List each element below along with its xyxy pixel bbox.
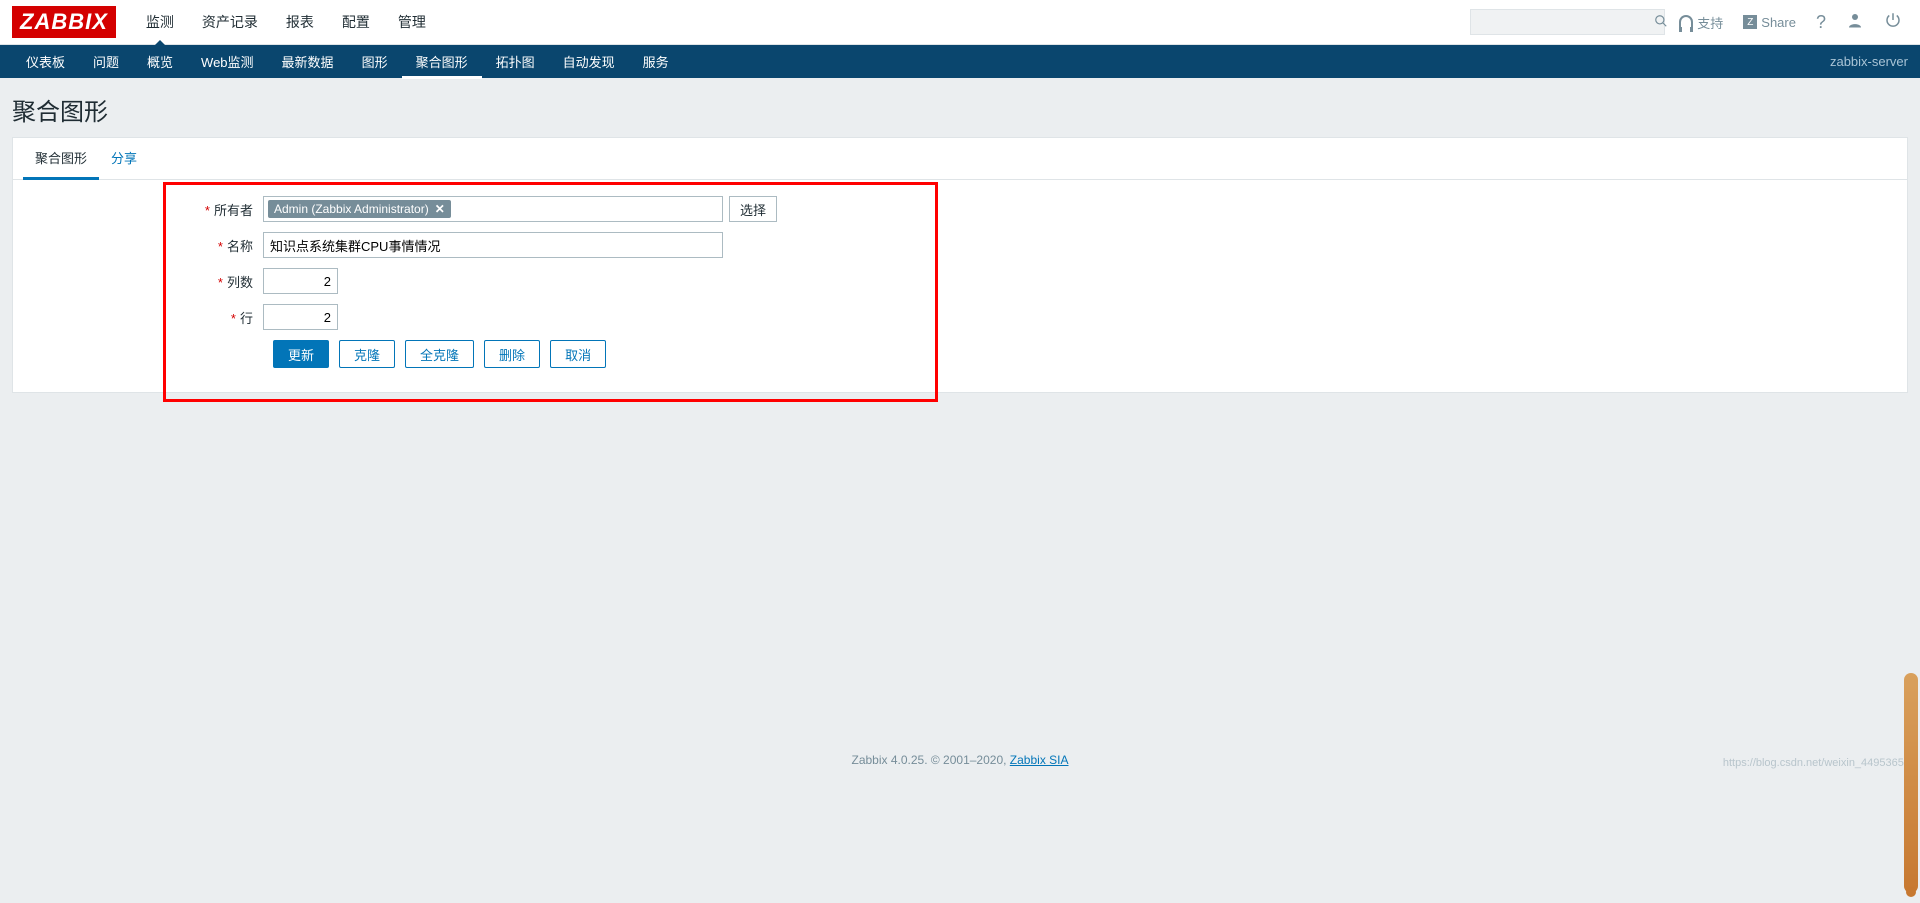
form-area: *所有者 Admin (Zabbix Administrator) ✕ 选择 *… — [13, 180, 1907, 392]
tab-screen[interactable]: 聚合图形 — [23, 138, 99, 180]
subnav-problems[interactable]: 问题 — [79, 44, 133, 79]
subnav-maps[interactable]: 拓扑图 — [482, 44, 549, 79]
headset-icon — [1679, 15, 1693, 29]
label-cols: *列数 — [13, 272, 263, 291]
label-owner: *所有者 — [13, 200, 263, 219]
nav-config[interactable]: 配置 — [328, 0, 384, 45]
row-rows: *行 — [13, 304, 1907, 330]
share-icon: Z — [1743, 15, 1757, 29]
label-rows: *行 — [13, 308, 263, 327]
footer-link[interactable]: Zabbix SIA — [1010, 753, 1069, 767]
help-icon[interactable]: ? — [1810, 12, 1832, 33]
nav-reports[interactable]: 报表 — [272, 0, 328, 45]
power-icon[interactable] — [1878, 11, 1908, 34]
rows-input[interactable] — [263, 304, 338, 330]
nav-admin[interactable]: 管理 — [384, 0, 440, 45]
top-bar: ZABBIX 监测 资产记录 报表 配置 管理 支持 Z Share ? — [0, 0, 1920, 45]
row-owner: *所有者 Admin (Zabbix Administrator) ✕ 选择 — [13, 196, 1907, 222]
logo[interactable]: ZABBIX — [12, 6, 116, 38]
select-owner-button[interactable]: 选择 — [729, 196, 777, 222]
cancel-button[interactable]: 取消 — [550, 340, 606, 368]
clone-button[interactable]: 克隆 — [339, 340, 395, 368]
subnav-discovery[interactable]: 自动发现 — [549, 44, 629, 79]
page-title: 聚合图形 — [0, 78, 1920, 137]
scroll-indicator — [1904, 673, 1918, 893]
subnav-web[interactable]: Web监测 — [187, 44, 268, 79]
label-name: *名称 — [13, 236, 263, 255]
subnav-screens[interactable]: 聚合图形 — [402, 44, 482, 79]
subnav-services[interactable]: 服务 — [629, 44, 683, 79]
row-cols: *列数 — [13, 268, 1907, 294]
cols-input[interactable] — [263, 268, 338, 294]
share-label: Share — [1761, 15, 1796, 30]
delete-button[interactable]: 删除 — [484, 340, 540, 368]
search-icon[interactable] — [1654, 14, 1668, 31]
server-name: zabbix-server — [1830, 54, 1908, 69]
remove-tag-icon[interactable]: ✕ — [435, 202, 445, 216]
content-panel: 聚合图形 分享 *所有者 Admin (Zabbix Administrator… — [12, 137, 1908, 393]
full-clone-button[interactable]: 全克隆 — [405, 340, 474, 368]
row-name: *名称 — [13, 232, 1907, 258]
support-label: 支持 — [1697, 13, 1723, 32]
watermark: https://blog.csdn.net/weixin_44953658 — [1723, 757, 1910, 769]
top-right: 支持 Z Share ? — [1470, 9, 1908, 36]
nav-monitor[interactable]: 监测 — [132, 0, 188, 45]
main-nav: 监测 资产记录 报表 配置 管理 — [132, 0, 1470, 45]
share-link[interactable]: Z Share — [1737, 11, 1802, 34]
owner-tag-label: Admin (Zabbix Administrator) — [274, 202, 429, 216]
update-button[interactable]: 更新 — [273, 340, 329, 368]
subnav-latest[interactable]: 最新数据 — [268, 44, 348, 79]
owner-tag: Admin (Zabbix Administrator) ✕ — [268, 200, 451, 218]
owner-multiselect[interactable]: Admin (Zabbix Administrator) ✕ — [263, 196, 723, 222]
footer: Zabbix 4.0.25. © 2001–2020, Zabbix SIA h… — [0, 393, 1920, 787]
button-row: 更新 克隆 全克隆 删除 取消 — [273, 340, 1907, 368]
support-link[interactable]: 支持 — [1673, 9, 1729, 36]
name-input[interactable] — [263, 232, 723, 258]
search-box[interactable] — [1470, 9, 1665, 35]
nav-inventory[interactable]: 资产记录 — [188, 0, 272, 45]
tabs: 聚合图形 分享 — [13, 138, 1907, 180]
subnav-dashboard[interactable]: 仪表板 — [12, 44, 79, 79]
subnav-graphs[interactable]: 图形 — [348, 44, 402, 79]
sub-nav: 仪表板 问题 概览 Web监测 最新数据 图形 聚合图形 拓扑图 自动发现 服务… — [0, 45, 1920, 78]
footer-text: Zabbix 4.0.25. © 2001–2020, — [852, 753, 1010, 767]
subnav-overview[interactable]: 概览 — [133, 44, 187, 79]
user-icon[interactable] — [1840, 11, 1870, 34]
search-input[interactable] — [1477, 10, 1654, 34]
tab-share[interactable]: 分享 — [99, 138, 149, 179]
